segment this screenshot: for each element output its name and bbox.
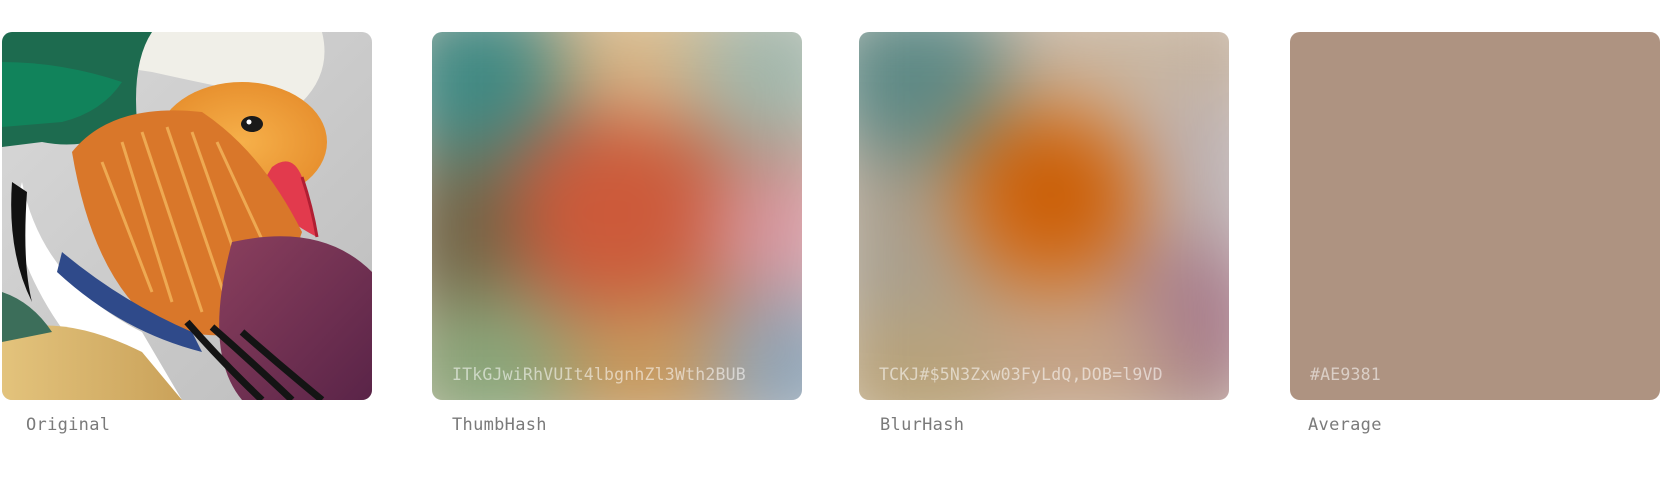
- thumbhash-placeholder: ITkGJwiRhVUIt4lbgnhZl3Wth2BUB: [432, 32, 802, 400]
- image-placeholder-gallery: ITkGJwiRhVUIt4lbgnhZl3Wth2BUB TCKJ#$5N3Z…: [0, 0, 1660, 480]
- average-color-hex: #AE9381: [1310, 365, 1381, 384]
- thumbhash-string: ITkGJwiRhVUIt4lbgnhZl3Wth2BUB: [452, 365, 746, 384]
- caption-thumbhash: ThumbHash: [452, 415, 547, 435]
- blurhash-string: TCKJ#$5N3Zxw03FyLdQ,DOB=l9VD: [879, 365, 1163, 384]
- blurhash-placeholder: TCKJ#$5N3Zxw03FyLdQ,DOB=l9VD: [859, 32, 1229, 400]
- average-color-swatch: #AE9381: [1290, 32, 1660, 400]
- mandarin-duck-illustration: [2, 32, 372, 400]
- caption-average: Average: [1308, 415, 1382, 435]
- caption-original: Original: [26, 415, 111, 435]
- caption-blurhash: BlurHash: [880, 415, 965, 435]
- original-image: [2, 32, 372, 400]
